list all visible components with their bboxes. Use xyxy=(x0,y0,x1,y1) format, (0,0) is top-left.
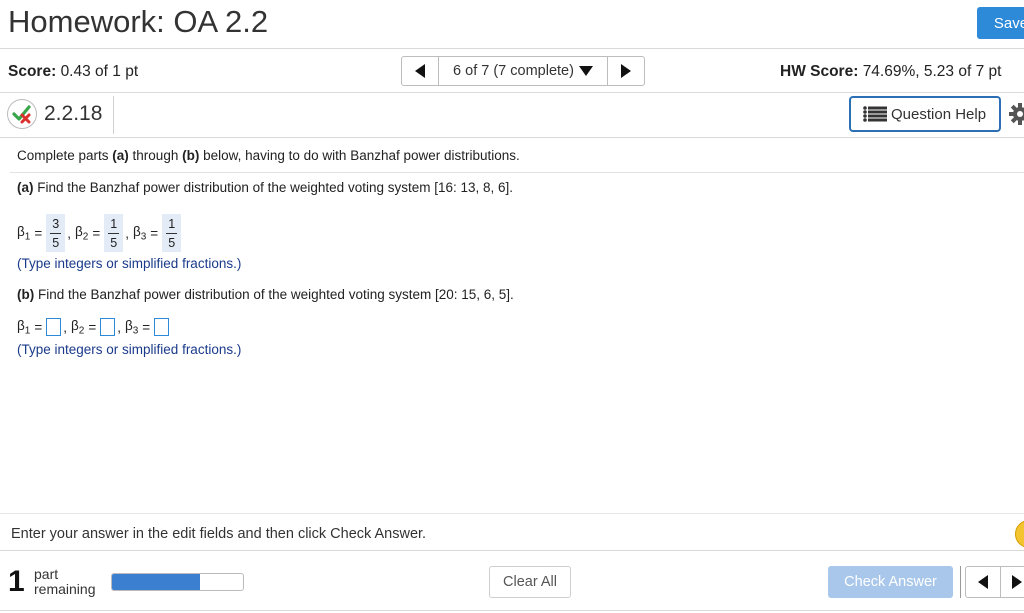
progress-fill xyxy=(112,574,200,590)
parts-remaining-line1: part xyxy=(34,566,59,582)
right-arrow-icon xyxy=(621,64,631,78)
beta-1-answer: 35 xyxy=(46,214,66,252)
next-question-button[interactable] xyxy=(1001,567,1024,597)
part-a-tag: (a) xyxy=(17,180,34,195)
homework-title: Homework: OA 2.2 xyxy=(8,4,269,39)
hw-score-label: HW Score: xyxy=(780,63,859,80)
part-a-answers: β1 = 35 , β2 = 15 , β3 = 15 xyxy=(17,214,182,252)
beta-1-input[interactable] xyxy=(46,318,62,337)
beta-2-answer: 15 xyxy=(104,214,124,252)
beta-3-symbol: β3 xyxy=(124,318,139,337)
divider xyxy=(0,48,1024,49)
question-selector[interactable]: 6 of 7 (7 complete) xyxy=(439,57,607,85)
part-b-prompt: (b) Find the Banzhaf power distribution … xyxy=(17,287,514,302)
equals-sign: = xyxy=(150,225,159,241)
check-answer-button[interactable]: Check Answer xyxy=(828,566,953,598)
gear-icon[interactable] xyxy=(1008,102,1024,126)
instruction-text: Enter your answer in the edit fields and… xyxy=(11,526,427,542)
score-display: Score: 0.43 of 1 pt xyxy=(8,63,138,81)
equals-sign: = xyxy=(88,319,97,335)
hw-score-display: HW Score: 74.69%, 5.23 of 7 pt xyxy=(780,63,1001,81)
question-intro: Complete parts (a) through (b) below, ha… xyxy=(17,148,520,163)
score-value: 0.43 of 1 pt xyxy=(60,63,139,80)
equals-sign: = xyxy=(34,319,43,335)
question-number: 2.2.18 xyxy=(44,102,103,125)
question-selector-label: 6 of 7 (7 complete) xyxy=(453,63,574,79)
progress-bar xyxy=(111,573,244,591)
beta-3-symbol: β3 xyxy=(132,223,147,243)
parts-remaining-count: 1 xyxy=(8,565,25,598)
list-icon xyxy=(863,106,887,122)
score-label: Score: xyxy=(8,63,57,80)
intro-part-a: (a) xyxy=(112,148,129,163)
part-b-text: Find the Banzhaf power distribution of t… xyxy=(34,287,514,302)
previous-question-button[interactable] xyxy=(402,57,439,85)
divider xyxy=(0,92,1024,93)
divider xyxy=(113,96,114,134)
beta-1-symbol: β1 xyxy=(17,223,31,243)
beta-2-symbol: β2 xyxy=(70,318,85,337)
bottom-question-navigator xyxy=(965,566,1024,598)
parts-remaining-line2: remaining xyxy=(34,581,96,597)
part-b-tag: (b) xyxy=(17,287,35,302)
left-arrow-icon xyxy=(415,64,425,78)
parts-remaining-label: part remaining xyxy=(34,567,95,597)
equals-sign: = xyxy=(142,319,151,335)
beta-3-answer: 15 xyxy=(162,214,182,252)
divider xyxy=(960,566,961,598)
part-a-hint: (Type integers or simplified fractions.) xyxy=(17,256,242,271)
divider xyxy=(0,513,1024,514)
clear-all-button[interactable]: Clear All xyxy=(489,566,571,598)
previous-question-button[interactable] xyxy=(966,567,1001,597)
beta-3-input[interactable] xyxy=(154,318,170,337)
left-arrow-icon xyxy=(977,575,988,589)
question-help-button[interactable]: Question Help xyxy=(849,96,1001,132)
divider xyxy=(0,610,1024,611)
beta-2-input[interactable] xyxy=(100,318,116,337)
part-a-text: Find the Banzhaf power distribution of t… xyxy=(33,180,514,195)
right-arrow-icon xyxy=(1012,575,1023,589)
intro-text: through xyxy=(128,148,183,163)
question-help-label: Question Help xyxy=(891,105,987,123)
partial-correct-icon xyxy=(7,99,37,129)
beta-2-symbol: β2 xyxy=(74,223,89,243)
intro-text: below, having to do with Banzhaf power d… xyxy=(199,148,520,163)
dropdown-caret-icon xyxy=(578,66,593,76)
next-question-button[interactable] xyxy=(607,57,644,85)
hw-score-value: 74.69%, 5.23 of 7 pt xyxy=(862,63,1002,80)
equals-sign: = xyxy=(34,225,43,241)
part-b-hint: (Type integers or simplified fractions.) xyxy=(17,342,242,357)
intro-text: Complete parts xyxy=(17,148,113,163)
part-b-answers: β1 = , β2 = , β3 = xyxy=(17,318,170,337)
divider xyxy=(0,137,1024,138)
partial-credit-icon xyxy=(1015,520,1024,548)
beta-1-symbol: β1 xyxy=(17,318,31,337)
save-button[interactable]: Save xyxy=(977,7,1024,39)
question-navigator: 6 of 7 (7 complete) xyxy=(401,56,645,86)
divider xyxy=(10,172,1024,173)
equals-sign: = xyxy=(92,225,101,241)
divider xyxy=(0,550,1024,551)
intro-part-b: (b) xyxy=(182,148,200,163)
part-a-prompt: (a) Find the Banzhaf power distribution … xyxy=(17,180,513,195)
